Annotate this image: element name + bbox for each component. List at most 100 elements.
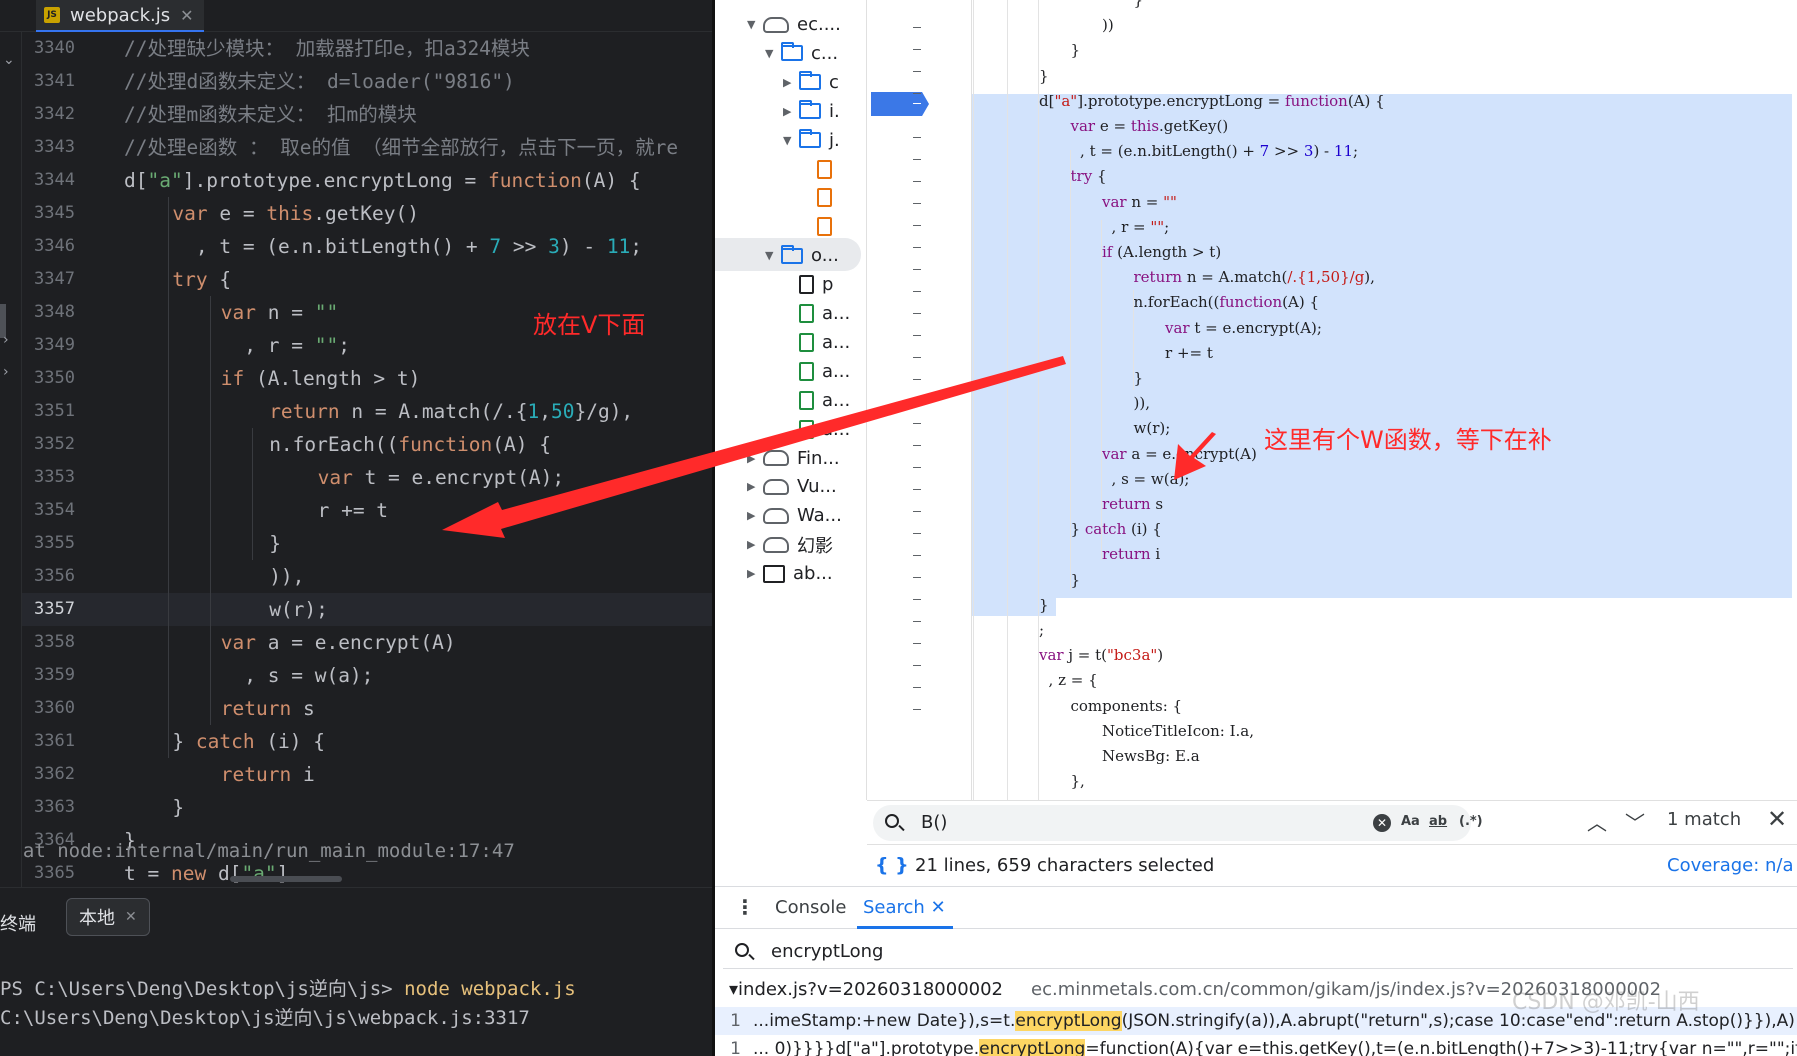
close-icon[interactable]: ✕ [180,6,193,25]
tab-search[interactable]: Search ✕ [863,897,946,918]
chevron-right-icon[interactable]: ▶ [747,538,763,551]
global-search-input[interactable]: encryptLong [723,933,1793,969]
chevron-down-icon[interactable]: ⌄ [3,52,15,68]
next-match-button[interactable]: ﹀ [1625,807,1645,836]
source-line[interactable]: } [1039,593,1049,618]
source-line[interactable]: , s = w(a); [1102,467,1190,492]
source-line[interactable]: r += t [1165,341,1213,366]
source-line[interactable]: return n = A.match(/.{1,50}/g), [1134,265,1375,290]
code-line[interactable]: 3358 var a = e.encrypt(A) [22,626,712,659]
horizontal-scrollbar[interactable] [230,876,342,882]
source-line[interactable]: )) [1102,13,1114,38]
source-line[interactable]: return s [1102,492,1163,517]
regex-button[interactable]: (.*) [1459,814,1483,829]
code-line[interactable]: 3363} [22,791,712,824]
source-line[interactable]: var n = "" [1102,190,1177,215]
chevron-right-icon[interactable]: ▶ [747,509,763,522]
source-line[interactable]: w(r); [1134,416,1171,441]
chevron-right-icon[interactable]: ▶ [783,76,799,89]
code-line[interactable]: 3359 , s = w(a); [22,659,712,692]
line-gutter[interactable] [867,0,972,800]
source-line[interactable]: , r = ""; [1102,215,1170,240]
source-line[interactable]: NewsBg: E.a [1102,744,1200,769]
coverage-link[interactable]: Coverage: n/a [1667,855,1794,876]
source-line[interactable]: ; [1039,618,1044,643]
source-line[interactable]: components: { [1071,694,1183,719]
code-line[interactable]: 3356)), [22,560,712,593]
previous-match-button[interactable]: ︿ [1587,807,1607,836]
chevron-right-icon[interactable]: ▶ [783,105,799,118]
chevron-right-icon[interactable]: ▶ [747,452,763,465]
chevron-down-icon[interactable]: ▼ [747,18,763,31]
code-line[interactable]: 3347 try { [22,263,712,296]
source-line[interactable]: NoticeTitleIcon: I.a, [1102,719,1254,744]
search-input[interactable]: B() ✕ Aa ab (.*) [873,805,1483,841]
search-result-line[interactable]: 1 ... 0)}}}}d["a"].prototype.encryptLong=… [715,1035,1797,1056]
code-line[interactable]: 3357 w(r); [22,593,712,626]
code-line[interactable]: 3350 if (A.length > t) [22,362,712,395]
code-line[interactable]: 3345 var e = this.getKey() [22,197,712,230]
source-line[interactable]: }, [1071,769,1085,794]
source-line[interactable]: n.forEach((function(A) { [1134,290,1320,315]
chevron-right-icon[interactable]: ▶ [747,480,763,493]
close-icon[interactable]: ✕ [125,909,137,925]
editor-tab-webpack-js[interactable]: JS webpack.js ✕ [36,0,204,32]
source-line[interactable]: try { [1071,164,1107,189]
tab-console[interactable]: Console [775,897,846,918]
code-line[interactable]: 3361} catch (i) { [22,725,712,758]
chevron-down-icon[interactable]: ▼ [765,249,781,262]
devtools-drawer[interactable]: ⋮ Console Search ✕ encryptLong ▾index.js… [715,886,1797,1056]
terminal-panel[interactable]: 终端 本地 ✕ at node:internal/main/run_main_m… [0,840,712,1056]
source-line[interactable]: } [1071,568,1081,593]
source-line[interactable]: var e = this.getKey() [1071,114,1229,139]
whole-word-button[interactable]: ab [1429,814,1447,829]
terminal-tab-local[interactable]: 本地 ✕ [66,898,150,936]
close-search-button[interactable]: ✕ [1767,805,1787,833]
breakpoint-marker[interactable] [871,92,929,116]
sources-code-pane[interactable]: ▼ }))}}d["a"].prototype.encryptLong = fu… [972,0,1797,800]
code-line[interactable]: 3346 , t = (e.n.bitLength() + 7 >> 3) - … [22,230,712,263]
source-line[interactable]: } [1134,0,1144,13]
source-line[interactable]: var a = e.encrypt(A) [1102,442,1257,467]
code-line[interactable]: 3362 return i [22,758,712,791]
chevron-right-icon[interactable]: ▶ [747,567,763,580]
file-tree[interactable]: ▼ ec.... ▼ c... ▶ c ▶ i. ▼ j. ▼ o... p a... a... a... a.… [715,0,867,800]
chevron-down-icon[interactable]: ▾ [729,979,738,1000]
code-line[interactable]: 3352 n.forEach((function(A) { [22,428,712,461]
source-line[interactable]: return i [1102,542,1160,567]
source-line[interactable]: } catch (i) { [1071,517,1162,542]
source-line[interactable]: } [1134,366,1144,391]
code-line[interactable]: 3343 //处理e函数 ： 取e的值 （细节全部放行，点击下一页，就re [22,131,712,164]
editor-code-area[interactable]: 3340 //处理缺少模块： 加载器打印e，扣a324模块 3341 //处理d函数未… [22,32,712,887]
code-line[interactable]: 3342 //处理m函数未定义： 扣m的模块 [22,98,712,131]
source-line[interactable]: )), [1134,391,1150,416]
pretty-print-icon[interactable]: { } [875,854,909,876]
source-line[interactable]: , t = (e.n.bitLength() + 7 >> 3) - 11; [1071,139,1358,164]
source-line[interactable]: } [1039,64,1049,89]
code-line[interactable]: 3360 return s [22,692,712,725]
source-line[interactable]: d["a"].prototype.encryptLong = function(… [1039,89,1385,114]
match-case-button[interactable]: Aa [1401,814,1420,829]
code-line[interactable]: 3341 //处理d函数未定义： d=loader("9816") [22,65,712,98]
code-line[interactable]: 3344 d["a"].prototype.encryptLong = funct… [22,164,712,197]
source-line[interactable]: if (A.length > t) [1102,240,1221,265]
clear-search-icon[interactable]: ✕ [1373,814,1391,832]
chevron-right-icon[interactable]: › [3,332,9,348]
close-icon[interactable]: ✕ [931,897,946,918]
chevron-down-icon[interactable]: ▼ [783,134,799,147]
code-line[interactable]: 3340 //处理缺少模块： 加载器打印e，扣a324模块 [22,32,712,65]
source-line[interactable]: , z = { [1039,668,1098,693]
code-editor[interactable]: JS webpack.js ✕ ⌄ › › 3340 //处理缺少模块： 加载器打… [0,0,712,1056]
chevron-right-icon[interactable]: › [3,364,9,380]
code-line[interactable]: 3355} [22,527,712,560]
devtools-panel[interactable]: ▼ ec.... ▼ c... ▶ c ▶ i. ▼ j. ▼ o... p a... a... a... a.… [712,0,1797,1056]
code-line[interactable]: 3351 return n = A.match(/.{1,50}/g), [22,395,712,428]
source-line[interactable]: } [1071,38,1081,63]
source-line[interactable]: var t = e.encrypt(A); [1165,316,1322,341]
code-line[interactable]: 3354 r += t [22,494,712,527]
more-options-icon[interactable]: ⋮ [735,895,755,919]
chevron-down-icon[interactable]: ▼ [765,47,781,60]
tree-item[interactable]: ▶ ab... [747,557,833,590]
source-line[interactable]: var j = t("bc3a") [1039,643,1163,668]
code-line[interactable]: 3353 var t = e.encrypt(A); [22,461,712,494]
